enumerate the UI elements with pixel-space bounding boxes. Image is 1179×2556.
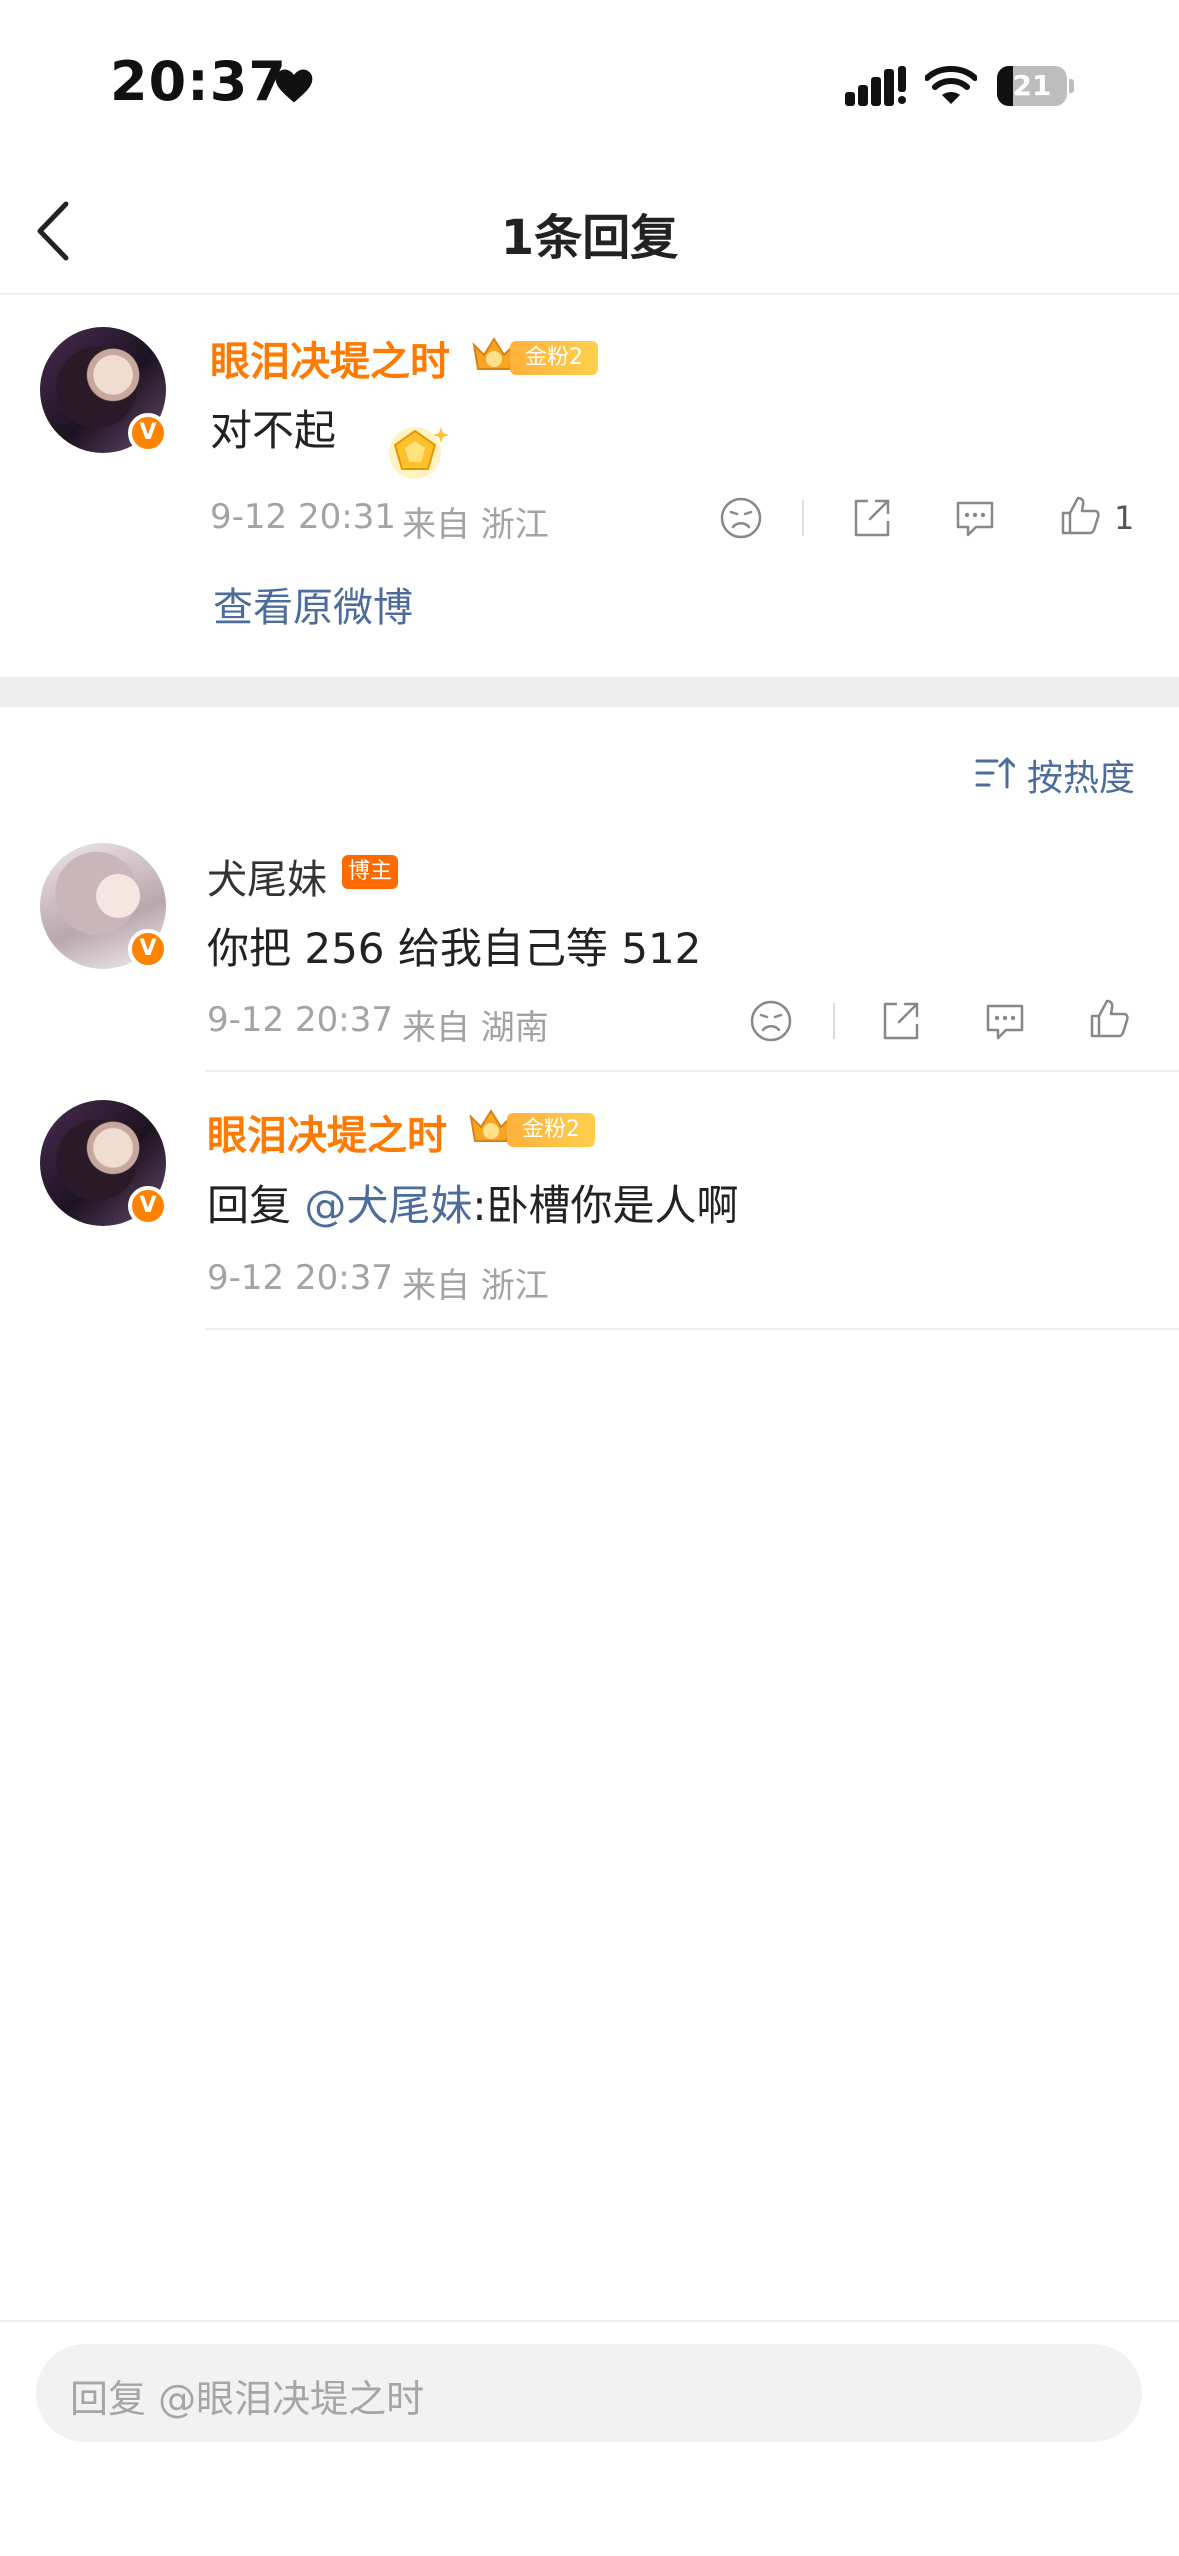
reply-input[interactable]: 回复 @眼泪决堤之时 xyxy=(36,2344,1142,2442)
action-divider xyxy=(833,1003,835,1039)
reply-date: 9-12 20:37 xyxy=(207,1258,393,1298)
reply-text: 你把 256 给我自己等 512 xyxy=(207,924,702,973)
sort-icon xyxy=(975,757,1015,789)
reply-location: 来自 浙江 xyxy=(402,1266,549,1306)
comment-location: 来自 浙江 xyxy=(402,505,549,545)
comment-date: 9-12 20:31 xyxy=(210,497,396,537)
reply-bar: 回复 @眼泪决堤之时 xyxy=(0,2320,1179,2556)
verified-v-icon: V xyxy=(128,1186,168,1226)
comment-text: 对不起 xyxy=(210,406,337,455)
blogger-badge: 博主 xyxy=(342,855,398,889)
reply-separator xyxy=(205,1070,1179,1072)
status-time: 20:37 xyxy=(110,50,287,113)
battery-indicator: 21 xyxy=(997,66,1074,106)
sort-by-heat-button[interactable]: 按热度 xyxy=(975,747,1145,799)
comment-username[interactable]: 眼泪决堤之时 xyxy=(210,329,450,387)
share-icon[interactable] xyxy=(877,998,923,1044)
reply-date: 9-12 20:37 xyxy=(207,1000,393,1040)
reply-location: 来自 湖南 xyxy=(402,1008,549,1048)
reply-username[interactable]: 眼泪决堤之时 xyxy=(207,1103,447,1161)
like-thumb-icon[interactable] xyxy=(1057,493,1103,539)
cellular-signal-icon xyxy=(845,66,906,106)
page-title: 1条回复 xyxy=(500,210,679,266)
reply-separator xyxy=(205,1328,1179,1330)
original-comment: V 眼泪决堤之时 金粉2 对不起 9-12 20:31 来自 浙江 1 查看原微… xyxy=(0,297,1179,677)
verified-v-icon: V xyxy=(128,413,168,453)
avatar[interactable]: V xyxy=(40,843,168,969)
comment-icon[interactable] xyxy=(982,998,1028,1044)
heart-icon xyxy=(275,69,313,103)
dislike-face-icon[interactable] xyxy=(718,495,764,541)
status-bar: 20:37 21 xyxy=(0,0,1179,170)
comment-icon[interactable] xyxy=(952,495,998,541)
wifi-icon xyxy=(925,66,977,104)
avatar[interactable]: V xyxy=(40,327,168,453)
reply-username[interactable]: 犬尾妹 xyxy=(207,847,327,905)
action-divider xyxy=(802,500,804,536)
like-count: 1 xyxy=(1114,499,1135,537)
navigation-header: 1条回复 xyxy=(0,170,1179,295)
dislike-face-icon[interactable] xyxy=(748,998,794,1044)
avatar[interactable]: V xyxy=(40,1100,168,1226)
fan-level-badge: 金粉2 xyxy=(467,1109,595,1147)
fan-level-badge: 金粉2 xyxy=(470,337,598,375)
reply-placeholder: 回复 @眼泪决堤之时 xyxy=(70,2377,425,2421)
verified-v-icon: V xyxy=(128,929,168,969)
reply-text: 回复 @犬尾妹:卧槽你是人啊 xyxy=(207,1181,739,1230)
section-divider xyxy=(0,677,1179,707)
battery-level: 21 xyxy=(1012,69,1052,102)
like-thumb-icon[interactable] xyxy=(1086,996,1132,1042)
share-icon[interactable] xyxy=(848,495,894,541)
badge-sticker-icon xyxy=(389,427,449,479)
mention-link[interactable]: @犬尾妹 xyxy=(304,1181,472,1230)
view-original-post-link[interactable]: 查看原微博 xyxy=(213,575,413,633)
